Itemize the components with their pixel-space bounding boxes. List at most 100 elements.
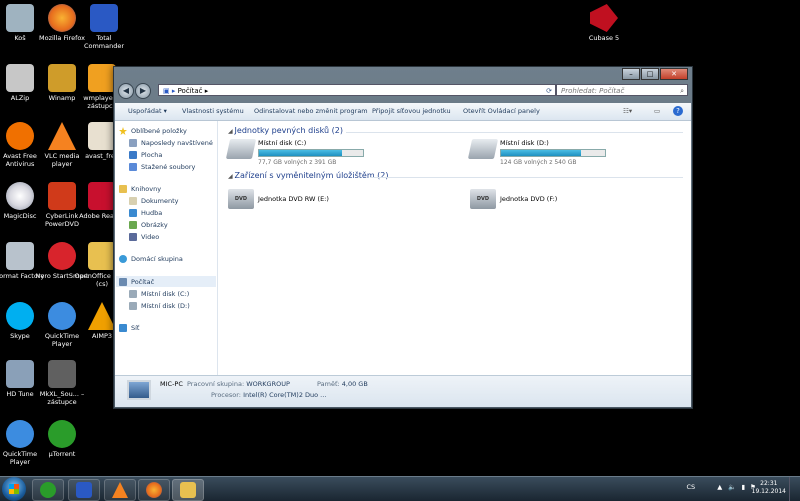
folder-icon (180, 482, 196, 498)
desktop-icon-mkxl-shortcut[interactable]: MkXL_Sou... – zástupce (34, 360, 90, 406)
pictures-icon (129, 221, 137, 229)
star-icon (119, 127, 127, 135)
desktop-icon-utorrent[interactable]: µTorrent (34, 420, 90, 458)
avast-installer-icon (88, 122, 116, 150)
chevron-right-icon: ▸ (202, 87, 209, 95)
downloads-folder-icon (129, 163, 137, 171)
utorrent-icon (48, 420, 76, 448)
navigation-pane: Oblíbené položky Naposledy navštívené Pl… (115, 121, 218, 375)
desktop-icon-total-commander[interactable]: Total Commander (76, 4, 132, 50)
address-row: ◀ ▶ ▣ ▸ Počítač ▸ ⟳ Prohledat: Počítač ⌕ (118, 83, 688, 99)
nav-homegroup[interactable]: Domácí skupina (119, 255, 183, 263)
search-placeholder: Prohledat: Počítač (561, 87, 625, 95)
details-pane: MIC-PC Pracovní skupina: WORKGROUP Paměť… (115, 375, 691, 407)
minimize-button[interactable]: – (622, 68, 640, 80)
windows-drive-icon (129, 290, 137, 298)
show-desktop-button[interactable] (789, 477, 800, 501)
forward-button[interactable]: ▶ (135, 83, 151, 99)
desktop-icon (129, 151, 137, 159)
nav-network[interactable]: Síť (119, 324, 139, 332)
hard-drive-icon (129, 302, 137, 310)
group-divider (346, 132, 683, 133)
nav-downloads[interactable]: Stažené soubory (129, 163, 195, 171)
taskbar-vlc[interactable] (104, 479, 136, 501)
computer-icon (119, 278, 127, 286)
videos-icon (129, 233, 137, 241)
format-factory-icon (6, 242, 34, 270)
skype-icon (6, 302, 34, 330)
group-divider (370, 177, 683, 178)
music-icon (129, 209, 137, 217)
windows-logo-icon (9, 484, 19, 494)
tray-expand-icon[interactable]: ▲ (717, 483, 722, 491)
quicktime-icon (48, 302, 76, 330)
openoffice-icon (88, 242, 116, 270)
nav-videos[interactable]: Video (129, 233, 159, 241)
language-indicator[interactable]: CS (687, 483, 696, 491)
nav-favorites[interactable]: Oblíbené položky (119, 127, 187, 135)
utorrent-icon (40, 482, 56, 498)
details-pc-name: MIC-PC (160, 380, 183, 388)
control-panel-button[interactable]: Otevřít Ovládací panely (463, 107, 540, 115)
preview-pane-icon[interactable]: ▭ (654, 107, 660, 115)
network-tray-icon[interactable]: ▮ (742, 483, 746, 491)
shortcut-icon (48, 360, 76, 388)
desktop-icon-cubase[interactable]: Cubase 5 (576, 4, 632, 42)
nav-music[interactable]: Hudba (129, 209, 162, 217)
uninstall-program-button[interactable]: Odinstalovat nebo změnit program (254, 107, 368, 115)
quicktime-icon (6, 420, 34, 448)
back-button[interactable]: ◀ (118, 83, 134, 99)
documents-icon (129, 197, 137, 205)
recycle-bin-icon (6, 4, 34, 32)
nav-desktop[interactable]: Plocha (129, 151, 162, 159)
nav-pictures[interactable]: Obrázky (129, 221, 168, 229)
vlc-icon (48, 122, 76, 150)
network-icon (119, 324, 127, 332)
drive-e-name: Jednotka DVD RW (E:) (258, 195, 329, 203)
search-input[interactable]: Prohledat: Počítač ⌕ (556, 84, 688, 96)
clock-time: 22:31 (760, 480, 778, 487)
computer-small-icon: ▣ ▸ (163, 87, 178, 95)
alzip-icon (6, 64, 34, 92)
refresh-icon[interactable]: ⟳ (546, 85, 552, 97)
drive-d-name: Místní disk (D:) (500, 139, 549, 147)
close-button[interactable]: ✕ (660, 68, 688, 80)
nav-disk-c[interactable]: Místní disk (C:) (129, 290, 189, 298)
taskbar-utorrent[interactable] (32, 479, 64, 501)
start-button[interactable] (2, 477, 26, 501)
drive-c-usage-bar (258, 149, 364, 157)
help-icon[interactable]: ? (673, 106, 683, 116)
command-bar: Uspořádat ▾ Vlastnosti systému Odinstalo… (115, 103, 691, 121)
nav-recent-places[interactable]: Naposledy navštívené (129, 139, 213, 147)
organize-button[interactable]: Uspořádat ▾ (128, 107, 167, 115)
vlc-icon (112, 482, 128, 498)
system-properties-button[interactable]: Vlastnosti systému (182, 107, 244, 115)
details-memory: 4,00 GB (341, 380, 368, 388)
drive-f-name: Jednotka DVD (F:) (500, 195, 558, 203)
address-bar[interactable]: ▣ ▸ Počítač ▸ ⟳ (158, 84, 556, 96)
nav-libraries[interactable]: Knihovny (119, 185, 161, 193)
drive-f[interactable]: DVD Jednotka DVD (F:) (470, 189, 557, 209)
dvd-drive-icon: DVD (228, 189, 254, 209)
clock[interactable]: 22:31 19.12.2014 (752, 480, 786, 496)
maximize-button[interactable]: □ (641, 68, 659, 80)
taskbar-total-commander[interactable] (68, 479, 100, 501)
nav-documents[interactable]: Dokumenty (129, 197, 179, 205)
taskbar-explorer[interactable] (172, 479, 204, 501)
powerdvd-icon (48, 182, 76, 210)
windows-drive-icon (225, 139, 257, 159)
drive-d[interactable]: Místní disk (D:) 124 GB volných z 540 GB (467, 139, 606, 166)
aimp-icon (88, 302, 116, 330)
volume-icon[interactable]: 🔈 (728, 483, 736, 491)
taskbar-firefox[interactable] (138, 479, 170, 501)
drive-e[interactable]: DVD Jednotka DVD RW (E:) (228, 189, 329, 209)
details-processor: Intel(R) Core(TM)2 Duo ... (243, 391, 327, 399)
group-hard-drives[interactable]: ◢ Jednotky pevných disků (2) (228, 126, 343, 135)
nav-computer[interactable]: Počítač (119, 278, 154, 286)
libraries-icon (119, 185, 127, 193)
nav-disk-d[interactable]: Místní disk (D:) (129, 302, 190, 310)
group-removable-storage[interactable]: ◢ Zařízení s vyměnitelným úložištěm (2) (228, 171, 389, 180)
map-network-drive-button[interactable]: Připojit síťovou jednotku (372, 107, 451, 115)
view-options-icon[interactable]: ☷▾ (623, 107, 632, 115)
drive-c[interactable]: Místní disk (C:) 77,7 GB volných z 391 G… (225, 139, 364, 166)
